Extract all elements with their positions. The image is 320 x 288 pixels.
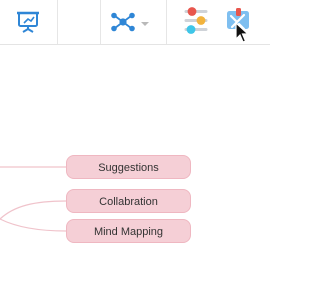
structure-icon (111, 12, 135, 32)
toolbar (0, 0, 270, 45)
structure-button[interactable] (106, 4, 150, 40)
presentation-icon (17, 11, 39, 33)
toolbar-divider (57, 0, 58, 44)
node-collabration[interactable]: Collabration (66, 189, 191, 213)
style-panel-button[interactable] (178, 4, 212, 40)
mindmap-canvas[interactable]: Suggestions Collabration Mind Mapping (0, 45, 270, 287)
node-suggestions[interactable]: Suggestions (66, 155, 191, 179)
toolbar-divider (166, 0, 167, 44)
mouse-pointer-icon (235, 22, 249, 43)
chevron-down-icon[interactable] (140, 21, 150, 27)
toolbar-divider (100, 0, 101, 44)
presentation-button[interactable] (6, 4, 50, 40)
style-panel-icon (184, 7, 208, 34)
node-mind-mapping[interactable]: Mind Mapping (66, 219, 191, 243)
